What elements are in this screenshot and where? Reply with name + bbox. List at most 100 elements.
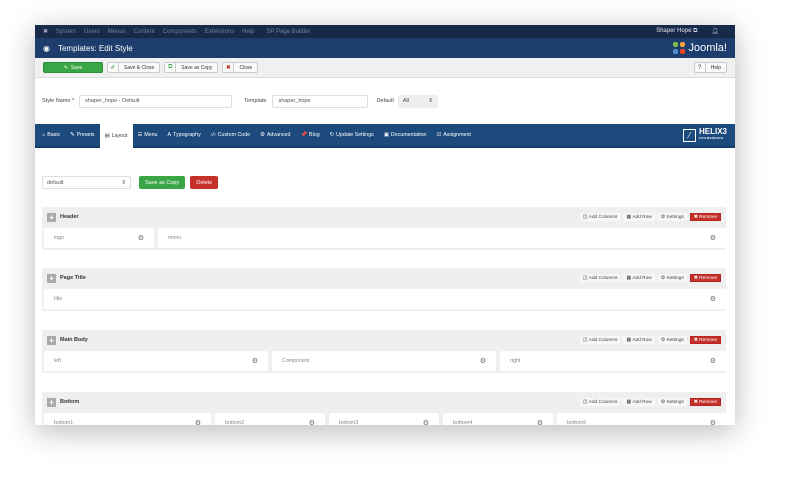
user-icon[interactable]: 👤︎ [711,28,719,35]
page-header: ◉ Templates: Edit Style Joomla! [35,38,735,58]
layout-column[interactable]: bottom3 ⚙ [329,413,439,425]
helix-logo: ⁄ HELIX3 FRAMEWORK [682,128,727,142]
column-settings-icon[interactable]: ⚙ [710,357,716,365]
row-title: Page Title [60,275,86,281]
nav-users[interactable]: Users [84,29,100,35]
layout-column[interactable]: menu ⚙ [158,228,726,248]
style-name-input[interactable]: shaper_hope - Default [79,94,233,108]
layout-delete-button[interactable]: Delete [190,176,219,189]
nav-menus[interactable]: Menus [108,29,126,35]
layout-column[interactable]: Component ⚙ [272,351,496,371]
add-row-button[interactable]: ▦ Add Row [623,398,655,406]
tab-blog[interactable]: 📌 Blog [295,124,324,146]
nav-content[interactable]: Content [134,29,155,35]
row-header: + Bottom ◫ Add Columns ▦ Add Row ⚙ Settin… [42,392,726,412]
add-row-button[interactable]: ▦ Add Row [623,213,655,221]
column-settings-icon[interactable]: ⚙ [710,234,716,242]
add-row-button[interactable]: ▦ Add Row [623,336,655,344]
column-name: left [54,358,62,364]
add-columns-button[interactable]: ◫ Add Columns [579,274,621,282]
column-name: logo [54,235,65,241]
joomla-logo: Joomla! [673,42,727,54]
add-row-button[interactable]: ▦ Add Row [623,274,655,282]
save-button[interactable]: ✎ Save [43,62,103,73]
layout-column[interactable]: bottom4 ⚙ [443,413,553,425]
remove-row-button[interactable]: ✖ Remove [689,336,721,344]
remove-row-button[interactable]: ✖ Remove [689,398,721,406]
tab-update-settings[interactable]: ↻ Update Settings [325,124,379,146]
add-columns-button[interactable]: ◫ Add Columns [579,213,621,221]
layout-column[interactable]: title ⚙ [44,289,726,309]
tab-menu[interactable]: ☰ Menu [133,124,163,146]
layout-column[interactable]: logo ⚙ [44,228,154,248]
layout-column[interactable]: left ⚙ [44,351,268,371]
row-settings-button[interactable]: ⚙ Settings [657,336,687,344]
nav-extensions[interactable]: Extensions [205,29,234,35]
layout-column[interactable]: bottom5 ⚙ [557,413,726,425]
add-columns-button[interactable]: ◫ Add Columns [579,398,621,406]
layout-select[interactable]: default ⇕ [42,176,131,189]
template-input[interactable]: shaper_hope [272,94,369,108]
column-settings-icon[interactable]: ⚙ [138,234,144,242]
row-settings-button[interactable]: ⚙ Settings [657,213,687,221]
check-icon: ✔ [108,63,119,72]
drag-handle-icon[interactable]: + [47,273,56,283]
tab-assignment[interactable]: ☑ Assignment [431,124,475,146]
column-settings-icon[interactable]: ⚙ [252,357,258,365]
drag-handle-icon[interactable]: + [47,335,56,345]
nav-sp-page-builder[interactable]: SP Page Builder [266,29,310,35]
tab-typography[interactable]: A Typography [163,124,206,146]
column-settings-icon[interactable]: ⚙ [710,419,716,425]
close-button[interactable]: ✖ Close [222,62,259,73]
help-button[interactable]: ? Help [693,62,727,73]
tab-documentation[interactable]: ▣ Documentation [379,124,432,146]
column-name: bottom3 [339,420,359,425]
column-name: right [510,358,521,364]
tab-presets[interactable]: ✎ Presets [65,124,99,146]
style-form: Style Name * shaper_hope - Default Templ… [35,78,735,124]
add-columns-button[interactable]: ◫ Add Columns [579,336,621,344]
row-title: Main Body [60,337,88,343]
column-settings-icon[interactable]: ⚙ [195,419,201,425]
tab-basic[interactable]: ⌂ Basic [37,124,65,146]
column-settings-icon[interactable]: ⚙ [309,419,315,425]
tab-custom-code[interactable]: ‹/› Custom Code [206,124,255,146]
site-link[interactable]: Shaper Hope ⧉ [656,28,697,35]
remove-row-button[interactable]: ✖ Remove [689,274,721,282]
column-settings-icon[interactable]: ⚙ [710,295,716,303]
column-settings-icon[interactable]: ⚙ [480,357,486,365]
copy-icon: ⧉ [165,63,177,72]
column-name: Component [282,358,310,364]
layout-column[interactable]: bottom2 ⚙ [215,413,325,425]
nav-system[interactable]: System [56,29,76,35]
default-label: Default [376,98,394,104]
row-header: + Main Body ◫ Add Columns ▦ Add Row ⚙ Set… [42,330,726,350]
tab-layout[interactable]: ▤ Layout [99,124,133,148]
layout-column[interactable]: right ⚙ [500,351,726,371]
layout-save-copy-button[interactable]: Save as Copy [139,176,186,189]
tab-advanced[interactable]: ⚙ Advanced [255,124,295,146]
column-name: bottom2 [225,420,245,425]
row-settings-button[interactable]: ⚙ Settings [657,274,687,282]
row-title: Header [60,214,79,220]
joomla-menu-icon[interactable]: ✖ [43,28,48,35]
save-copy-button[interactable]: ⧉ Save as Copy [164,62,219,73]
nav-help[interactable]: Help [242,29,254,35]
row-settings-button[interactable]: ⚙ Settings [657,398,687,406]
nav-components[interactable]: Components [163,29,197,35]
row-header: + Page Title ◫ Add Columns ▦ Add Row ⚙ Se… [42,268,726,288]
template-label: Template [244,98,267,104]
column-name: bottom1 [54,420,74,425]
remove-row-button[interactable]: ✖ Remove [689,213,721,221]
save-close-button[interactable]: ✔ Save & Close [107,62,161,73]
drag-handle-icon[interactable]: + [47,212,56,222]
layout-column[interactable]: bottom1 ⚙ [44,413,211,425]
column-name: title [54,296,63,302]
layout-row: + Main Body ◫ Add Columns ▦ Add Row ⚙ Set… [42,330,726,373]
layout-row: + Page Title ◫ Add Columns ▦ Add Row ⚙ Se… [42,268,726,311]
column-settings-icon[interactable]: ⚙ [537,419,543,425]
toolbar: ✎ Save ✔ Save & Close ⧉ Save as Copy ✖ Close… [35,58,735,78]
default-select[interactable]: All ⇕ [397,94,438,108]
column-settings-icon[interactable]: ⚙ [423,419,429,425]
drag-handle-icon[interactable]: + [47,397,56,407]
